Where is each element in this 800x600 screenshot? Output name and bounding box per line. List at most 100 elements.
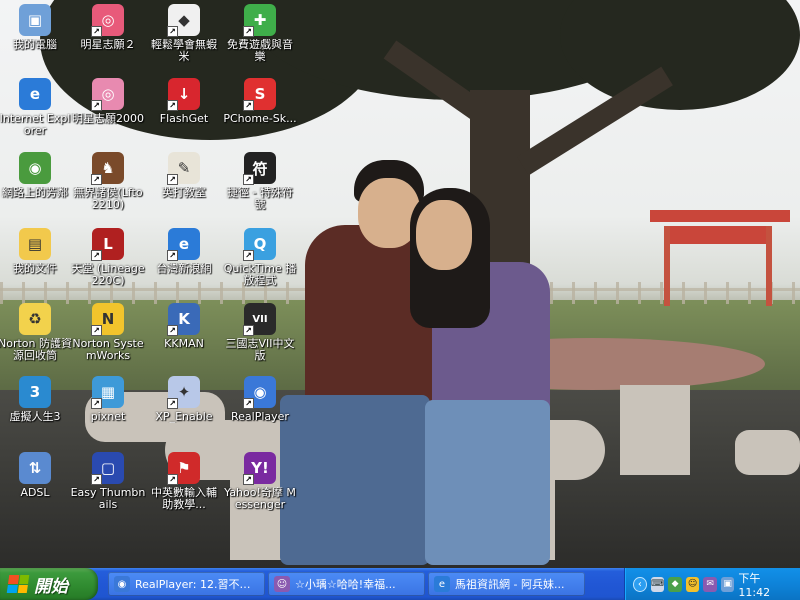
shortcut-arrow-icon: ↗ bbox=[167, 100, 178, 111]
desktop-shortcut[interactable]: ◉ 網路上的芳鄰 bbox=[0, 152, 73, 199]
desktop-shortcut-label: 我的電腦 bbox=[13, 39, 57, 51]
desktop-shortcut[interactable]: S ↗ PChome-Sk... bbox=[222, 78, 298, 125]
desktop-shortcut[interactable]: ↓ ↗ FlashGet bbox=[146, 78, 222, 125]
shortcut-arrow-icon: ↗ bbox=[91, 398, 102, 409]
taskbar-button-label: 馬祖資訊網 - 阿兵妹... bbox=[455, 578, 565, 591]
disc-icon: ◎ ↗ bbox=[91, 4, 124, 37]
wallpaper-gate-roof bbox=[650, 210, 790, 222]
wallpaper-tree-canopy bbox=[560, 0, 800, 110]
desktop-shortcut-label: QuickTime 播放程式 bbox=[223, 263, 297, 287]
desktop-shortcut[interactable]: ▦ ↗ pixnet bbox=[70, 376, 146, 423]
desktop-shortcut-label: 網路上的芳鄰 bbox=[2, 187, 68, 199]
desktop-shortcut[interactable]: ⚑ ↗ 中英數輸入輔助教學... bbox=[146, 452, 222, 511]
sangokushi-icon: VII ↗ bbox=[243, 303, 276, 336]
shortcut-arrow-icon: ↗ bbox=[243, 100, 254, 111]
computer-icon[interactable]: ▣ bbox=[720, 576, 735, 592]
ie-icon: e bbox=[19, 78, 51, 110]
s-logo-icon: S ↗ bbox=[243, 78, 276, 111]
shortcut-arrow-icon: ↗ bbox=[243, 325, 254, 336]
shortcut-arrow-icon: ↗ bbox=[91, 26, 102, 37]
desktop-shortcut[interactable]: ⇅ ADSL bbox=[0, 452, 73, 499]
messenger-icon[interactable]: ✉ bbox=[703, 576, 717, 592]
shortcut-arrow-icon: ↗ bbox=[167, 250, 178, 261]
desktop-shortcut[interactable]: ▤ 我的文件 bbox=[0, 228, 73, 275]
dragon-icon: ♞ ↗ bbox=[91, 152, 124, 185]
shortcut-arrow-icon: ↗ bbox=[91, 250, 102, 261]
desktop-shortcut-label: XP_Enable bbox=[155, 411, 213, 423]
taskbar: 開始 ◉ RealPlayer: 12.習不習... ☺ ☆小瑀☆哈哈!幸福..… bbox=[0, 568, 800, 600]
symbol-icon: 符 ↗ bbox=[243, 152, 276, 185]
desktop-shortcut-label: 明星志願２ bbox=[80, 39, 136, 51]
desktop-shortcut[interactable]: L ↗ 天堂 (Lineage 220C) bbox=[70, 228, 146, 287]
desktop-shortcut-label: 明星志願2000 bbox=[72, 113, 144, 125]
shortcut-arrow-icon: ↗ bbox=[243, 250, 254, 261]
taskbar-button-messenger-chat[interactable]: ☺ ☆小瑀☆哈哈!幸福... bbox=[268, 572, 425, 596]
quicktime-icon: Q ↗ bbox=[243, 228, 276, 261]
wallpaper-gate-sign bbox=[668, 226, 772, 244]
shortcut-arrow-icon: ↗ bbox=[91, 100, 102, 111]
desktop-shortcut-label: 台灣新浪網 bbox=[156, 263, 212, 275]
desktop-shortcut[interactable]: Y! ↗ Yahoo!奇摩 Messenger bbox=[222, 452, 298, 511]
desktop-shortcut[interactable]: e ↗ 台灣新浪網 bbox=[146, 228, 222, 275]
desktop-shortcut[interactable]: e Internet Explorer bbox=[0, 78, 73, 137]
shortcut-arrow-icon: ↗ bbox=[167, 325, 178, 336]
folder-icon: ▤ bbox=[19, 228, 51, 260]
shortcut-arrow-icon: ↗ bbox=[243, 398, 254, 409]
desktop-shortcut[interactable]: VII ↗ 三國志VII中文版 bbox=[222, 303, 298, 362]
desktop-shortcut[interactable]: ▣ 我的電腦 bbox=[0, 4, 73, 51]
shortcut-arrow-icon: ↗ bbox=[167, 26, 178, 37]
desktop-shortcut-label: Yahoo!奇摩 Messenger bbox=[224, 487, 296, 511]
windows-logo-icon bbox=[6, 575, 30, 593]
desktop-shortcut[interactable]: K ↗ KKMAN bbox=[146, 303, 222, 350]
network-people-icon[interactable]: ◆ bbox=[668, 576, 682, 592]
smiley-icon[interactable]: ☺ bbox=[685, 576, 700, 592]
adsl-icon: ⇅ bbox=[19, 452, 51, 484]
desktop-shortcut[interactable]: ✦ ↗ XP_Enable bbox=[146, 376, 222, 423]
taskbar-button-browser[interactable]: e 馬祖資訊網 - 阿兵妹... bbox=[428, 572, 585, 596]
shortcut-arrow-icon: ↗ bbox=[243, 26, 254, 37]
flashget-icon: ↓ ↗ bbox=[167, 78, 200, 111]
desktop-shortcut[interactable]: ♞ ↗ 無界諸侯(Lfto2210) bbox=[70, 152, 146, 211]
realplayer-icon: ◉ ↗ bbox=[243, 376, 276, 409]
shortcut-arrow-icon: ↗ bbox=[167, 174, 178, 185]
desktop-shortcut[interactable]: ◎ ↗ 明星志願2000 bbox=[70, 78, 146, 125]
keyboard-icon[interactable]: ⌨ bbox=[650, 576, 665, 592]
show-hidden-icons-button[interactable]: ‹ bbox=[633, 576, 647, 592]
desktop-shortcut[interactable]: ✎ ↗ 英打教室 bbox=[146, 152, 222, 199]
wallpaper-gate-post bbox=[766, 226, 772, 306]
desktop[interactable]: ▣ 我的電腦 ◎ ↗ 明星志願２ ◆ ↗ 輕鬆學會無蝦米 ✚ ↗ 免費遊戲與音樂 e Internet … bbox=[0, 0, 800, 568]
desktop-shortcut[interactable]: 符 ↗ 捷徑 - 特殊符號 bbox=[222, 152, 298, 211]
lineage-icon: L ↗ bbox=[91, 228, 124, 261]
thumbnails-icon: ▢ ↗ bbox=[91, 452, 124, 485]
network-icon: ◉ bbox=[19, 152, 51, 184]
shortcut-arrow-icon: ↗ bbox=[167, 474, 178, 485]
ie-icon: e ↗ bbox=[167, 228, 200, 261]
desktop-shortcut-label: RealPlayer bbox=[231, 411, 289, 423]
desktop-shortcut[interactable]: ✚ ↗ 免費遊戲與音樂 bbox=[222, 4, 298, 63]
computer-icon: ▣ bbox=[19, 4, 51, 36]
desktop-shortcut-label: 我的文件 bbox=[13, 263, 57, 275]
desktop-shortcut[interactable]: 3 虛擬人生3 bbox=[0, 376, 73, 423]
clock[interactable]: 下午 11:42 bbox=[738, 570, 790, 599]
desktop-shortcut[interactable]: ◆ ↗ 輕鬆學會無蝦米 bbox=[146, 4, 222, 63]
desktop-shortcut[interactable]: Q ↗ QuickTime 播放程式 bbox=[222, 228, 298, 287]
desktop-shortcut[interactable]: ♻ Norton 防護資源回收筒 bbox=[0, 303, 73, 362]
disc-icon: ◎ ↗ bbox=[91, 78, 124, 111]
desktop-shortcut-label: 虛擬人生3 bbox=[9, 411, 61, 423]
desktop-shortcut-label: Easy Thumbnails bbox=[70, 487, 146, 511]
desktop-shortcut[interactable]: ◉ ↗ RealPlayer bbox=[222, 376, 298, 423]
cube-icon: ◆ ↗ bbox=[167, 4, 200, 37]
desktop-shortcut[interactable]: ◎ ↗ 明星志願２ bbox=[70, 4, 146, 51]
start-button[interactable]: 開始 bbox=[0, 568, 98, 600]
taskbar-button-realplayer[interactable]: ◉ RealPlayer: 12.習不習... bbox=[108, 572, 265, 596]
desktop-shortcut-label: FlashGet bbox=[159, 113, 209, 125]
desktop-shortcut[interactable]: ▢ ↗ Easy Thumbnails bbox=[70, 452, 146, 511]
wallpaper-woman-face bbox=[416, 200, 472, 270]
realplayer-icon: ◉ bbox=[114, 576, 130, 592]
desktop-shortcut-label: Norton 防護資源回收筒 bbox=[0, 338, 72, 362]
shortcut-arrow-icon: ↗ bbox=[167, 398, 178, 409]
shortcut-arrow-icon: ↗ bbox=[243, 174, 254, 185]
pixnet-icon: ▦ ↗ bbox=[91, 376, 124, 409]
desktop-shortcut[interactable]: N ↗ Norton SystemWorks bbox=[70, 303, 146, 362]
desktop-shortcut-label: 中英數輸入輔助教學... bbox=[151, 487, 217, 511]
